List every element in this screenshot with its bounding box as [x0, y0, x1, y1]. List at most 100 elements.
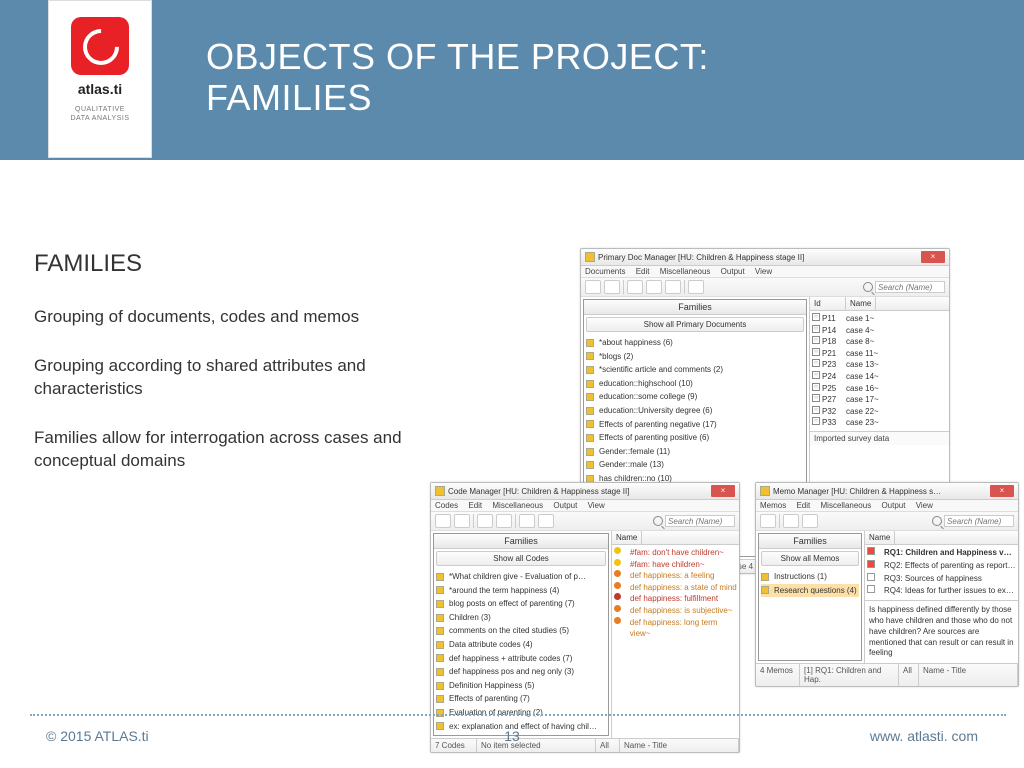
list-item[interactable]: education::highschool (10) — [586, 377, 804, 391]
list-item[interactable]: *blogs (2) — [586, 350, 804, 364]
search-box[interactable] — [653, 515, 735, 527]
toolbar-button[interactable] — [646, 280, 662, 294]
col-name[interactable]: Name — [846, 297, 876, 310]
list-item[interactable]: *scientific article and comments (2) — [586, 363, 804, 377]
search-box[interactable] — [863, 281, 945, 293]
search-input[interactable] — [665, 515, 735, 527]
col-name[interactable]: Name — [612, 531, 642, 544]
list-item[interactable]: Evaluation of parenting (2) — [436, 706, 606, 720]
menu-bar[interactable]: Codes Edit Miscellaneous Output View — [431, 500, 739, 512]
table-row[interactable]: P21case 11~ — [812, 348, 947, 360]
table-row[interactable]: P33case 23~ — [812, 417, 947, 429]
search-box[interactable] — [932, 515, 1014, 527]
table-row[interactable]: def happiness: a state of mind — [614, 582, 737, 594]
search-input[interactable] — [944, 515, 1014, 527]
toolbar-button[interactable] — [435, 514, 451, 528]
table-row[interactable]: def happiness: long term view~ — [614, 617, 737, 640]
codes-list[interactable]: #fam: don't have children~#fam: have chi… — [612, 545, 739, 642]
menu-item[interactable]: Documents — [585, 267, 625, 276]
list-item[interactable]: *around the term happiness (4) — [436, 584, 606, 598]
table-row[interactable]: def happiness: a feeling — [614, 570, 737, 582]
documents-list[interactable]: P11case 1~P14case 4~P18case 8~P21case 11… — [810, 311, 949, 431]
window-titlebar[interactable]: Code Manager [HU: Children & Happiness s… — [431, 483, 739, 500]
list-item[interactable]: Effects of parenting (7) — [436, 692, 606, 706]
menu-item[interactable]: Output — [721, 267, 745, 276]
list-item[interactable]: Definition Happiness (5) — [436, 679, 606, 693]
list-item[interactable]: Instructions (1) — [761, 570, 859, 584]
memos-list[interactable]: RQ1: Children and Happiness v…RQ2: Effec… — [865, 545, 1018, 600]
search-input[interactable] — [875, 281, 945, 293]
table-row[interactable]: P23case 13~ — [812, 359, 947, 371]
col-id[interactable]: Id — [810, 297, 846, 310]
show-all-button[interactable]: Show all Memos — [761, 551, 859, 566]
list-item[interactable]: Gender::female (11) — [586, 445, 804, 459]
table-row[interactable]: RQ1: Children and Happiness v… — [867, 547, 1016, 560]
table-row[interactable]: P14case 4~ — [812, 325, 947, 337]
toolbar-button[interactable] — [496, 514, 512, 528]
window-titlebar[interactable]: Primary Doc Manager [HU: Children & Happ… — [581, 249, 949, 266]
table-row[interactable]: RQ3: Sources of happiness — [867, 573, 1016, 586]
table-row[interactable]: P18case 8~ — [812, 336, 947, 348]
menu-item[interactable]: Output — [553, 501, 577, 510]
menu-item[interactable]: View — [916, 501, 933, 510]
menu-bar[interactable]: Documents Edit Miscellaneous Output View — [581, 266, 949, 278]
menu-item[interactable]: Miscellaneous — [660, 267, 711, 276]
menu-item[interactable]: Edit — [796, 501, 810, 510]
list-item[interactable]: comments on the cited studies (5) — [436, 624, 606, 638]
toolbar-button[interactable] — [585, 280, 601, 294]
table-row[interactable]: P25case 16~ — [812, 383, 947, 395]
table-row[interactable]: RQ4: Ideas for further issues to ex… — [867, 585, 1016, 598]
table-row[interactable]: P11case 1~ — [812, 313, 947, 325]
close-icon[interactable]: × — [711, 485, 735, 497]
show-all-button[interactable]: Show all Primary Documents — [586, 317, 804, 332]
menu-item[interactable]: Miscellaneous — [821, 501, 872, 510]
list-item[interactable]: blog posts on effect of parenting (7) — [436, 597, 606, 611]
menu-item[interactable]: Codes — [435, 501, 458, 510]
toolbar-button[interactable] — [802, 514, 818, 528]
menu-item[interactable]: Memos — [760, 501, 786, 510]
toolbar-button[interactable] — [627, 280, 643, 294]
toolbar-button[interactable] — [783, 514, 799, 528]
menu-item[interactable]: Edit — [468, 501, 482, 510]
column-headers[interactable]: Name — [865, 531, 1018, 545]
window-titlebar[interactable]: Memo Manager [HU: Children & Happiness s… — [756, 483, 1018, 500]
toolbar-button[interactable] — [477, 514, 493, 528]
menu-item[interactable]: Output — [881, 501, 905, 510]
families-list[interactable]: *What children give - Evaluation of p…*a… — [434, 568, 608, 735]
toolbar-button[interactable] — [604, 280, 620, 294]
list-item[interactable]: education::some college (9) — [586, 390, 804, 404]
show-all-button[interactable]: Show all Codes — [436, 551, 606, 566]
menu-item[interactable]: Miscellaneous — [492, 501, 543, 510]
toolbar-button[interactable] — [665, 280, 681, 294]
table-row[interactable]: RQ2: Effects of parenting as report… — [867, 560, 1016, 573]
toolbar-button[interactable] — [454, 514, 470, 528]
table-row[interactable]: P24case 14~ — [812, 371, 947, 383]
menu-item[interactable]: View — [588, 501, 605, 510]
table-row[interactable]: P27case 17~ — [812, 394, 947, 406]
list-item[interactable]: Research questions (4) — [761, 584, 859, 598]
list-item[interactable]: *about happiness (6) — [586, 336, 804, 350]
list-item[interactable]: Children (3) — [436, 611, 606, 625]
list-item[interactable]: def happiness pos and neg only (3) — [436, 665, 606, 679]
close-icon[interactable]: × — [990, 485, 1014, 497]
menu-item[interactable]: View — [755, 267, 772, 276]
toolbar-button[interactable] — [519, 514, 535, 528]
list-item[interactable]: Gender::male (13) — [586, 458, 804, 472]
table-row[interactable]: def happiness: is subjective~ — [614, 605, 737, 617]
table-row[interactable]: #fam: don't have children~ — [614, 547, 737, 559]
menu-bar[interactable]: Memos Edit Miscellaneous Output View — [756, 500, 1018, 512]
menu-item[interactable]: Edit — [636, 267, 650, 276]
table-row[interactable]: #fam: have children~ — [614, 559, 737, 571]
list-item[interactable]: education::University degree (6) — [586, 404, 804, 418]
col-name[interactable]: Name — [865, 531, 895, 544]
list-item[interactable]: def happiness + attribute codes (7) — [436, 652, 606, 666]
column-headers[interactable]: Name — [612, 531, 739, 545]
table-row[interactable]: P32case 22~ — [812, 406, 947, 418]
families-list[interactable]: Instructions (1)Research questions (4) — [759, 568, 861, 599]
close-icon[interactable]: × — [921, 251, 945, 263]
list-item[interactable]: Effects of parenting positive (6) — [586, 431, 804, 445]
toolbar-button[interactable] — [538, 514, 554, 528]
list-item[interactable]: *What children give - Evaluation of p… — [436, 570, 606, 584]
list-item[interactable]: Effects of parenting negative (17) — [586, 418, 804, 432]
table-row[interactable]: def happiness: fulfillment — [614, 593, 737, 605]
